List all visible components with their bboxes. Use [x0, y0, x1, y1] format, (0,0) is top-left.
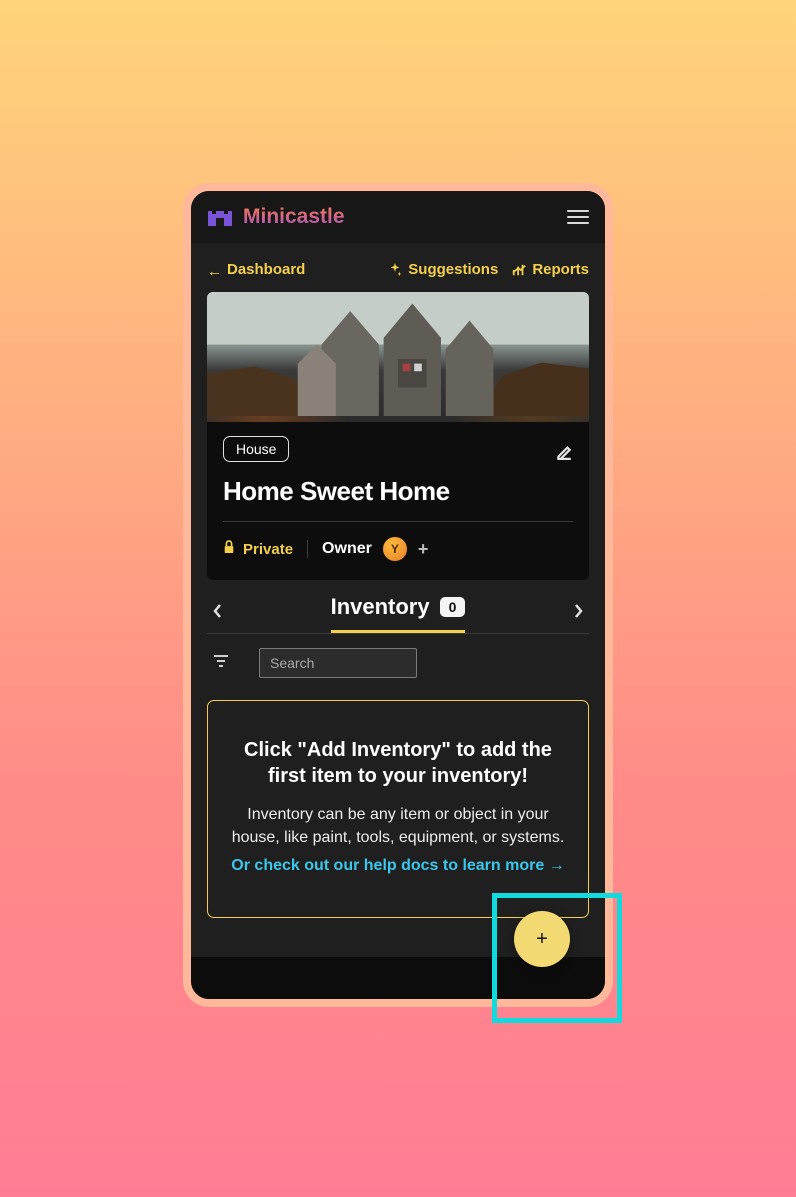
help-docs-link[interactable]: Or check out our help docs to learn more… — [224, 857, 572, 875]
add-collaborator-icon[interactable]: + — [418, 540, 429, 558]
sub-nav: ← Dashboard Suggestions Reports — [191, 243, 605, 292]
filter-icon[interactable] — [213, 654, 229, 672]
brand-name: Minicastle — [243, 205, 345, 229]
brand[interactable]: Minicastle — [207, 205, 345, 229]
empty-body: Inventory can be any item or object in y… — [224, 803, 572, 849]
reports-link[interactable]: Reports — [512, 261, 589, 278]
home-type-tag: House — [223, 436, 289, 462]
home-title: Home Sweet Home — [223, 476, 573, 507]
plus-icon: + — [536, 928, 548, 951]
owner-label: Owner — [322, 540, 372, 558]
home-card: House Home Sweet Home Private Owner Y + — [207, 292, 589, 580]
tabs-row: Inventory 0 — [191, 580, 605, 633]
tabs-underline — [207, 633, 589, 634]
castle-logo-icon — [207, 208, 233, 226]
empty-heading: Click "Add Inventory" to add the first i… — [224, 737, 572, 789]
edit-icon[interactable] — [555, 442, 573, 465]
add-inventory-fab[interactable]: + — [514, 911, 570, 967]
privacy-label: Private — [243, 541, 293, 558]
owner-section: Owner Y + — [322, 536, 428, 562]
tab-count-badge: 0 — [440, 597, 466, 617]
bar-chart-icon — [512, 263, 526, 277]
menu-icon[interactable] — [567, 210, 589, 224]
top-bar: Minicastle — [191, 191, 605, 243]
back-label: Dashboard — [227, 261, 305, 278]
home-cover-image — [207, 292, 589, 422]
reports-label: Reports — [532, 261, 589, 278]
lock-icon — [223, 540, 235, 558]
suggestions-link[interactable]: Suggestions — [388, 261, 498, 278]
filter-row — [213, 648, 589, 678]
app-viewport: Minicastle ← Dashboard Suggestions Repor… — [183, 183, 613, 1007]
tab-inventory[interactable]: Inventory 0 — [331, 594, 466, 633]
arrow-left-icon: ← — [207, 263, 221, 277]
chevron-left-icon[interactable] — [213, 603, 223, 624]
divider — [307, 540, 308, 558]
privacy-indicator[interactable]: Private — [223, 540, 293, 558]
empty-state: Click "Add Inventory" to add the first i… — [207, 700, 589, 918]
sparkles-icon — [388, 263, 402, 277]
chevron-right-icon[interactable] — [573, 603, 583, 624]
owner-avatar[interactable]: Y — [382, 536, 408, 562]
tab-title: Inventory — [331, 594, 430, 620]
suggestions-label: Suggestions — [408, 261, 498, 278]
search-input[interactable] — [259, 648, 417, 678]
back-to-dashboard[interactable]: ← Dashboard — [207, 261, 305, 278]
